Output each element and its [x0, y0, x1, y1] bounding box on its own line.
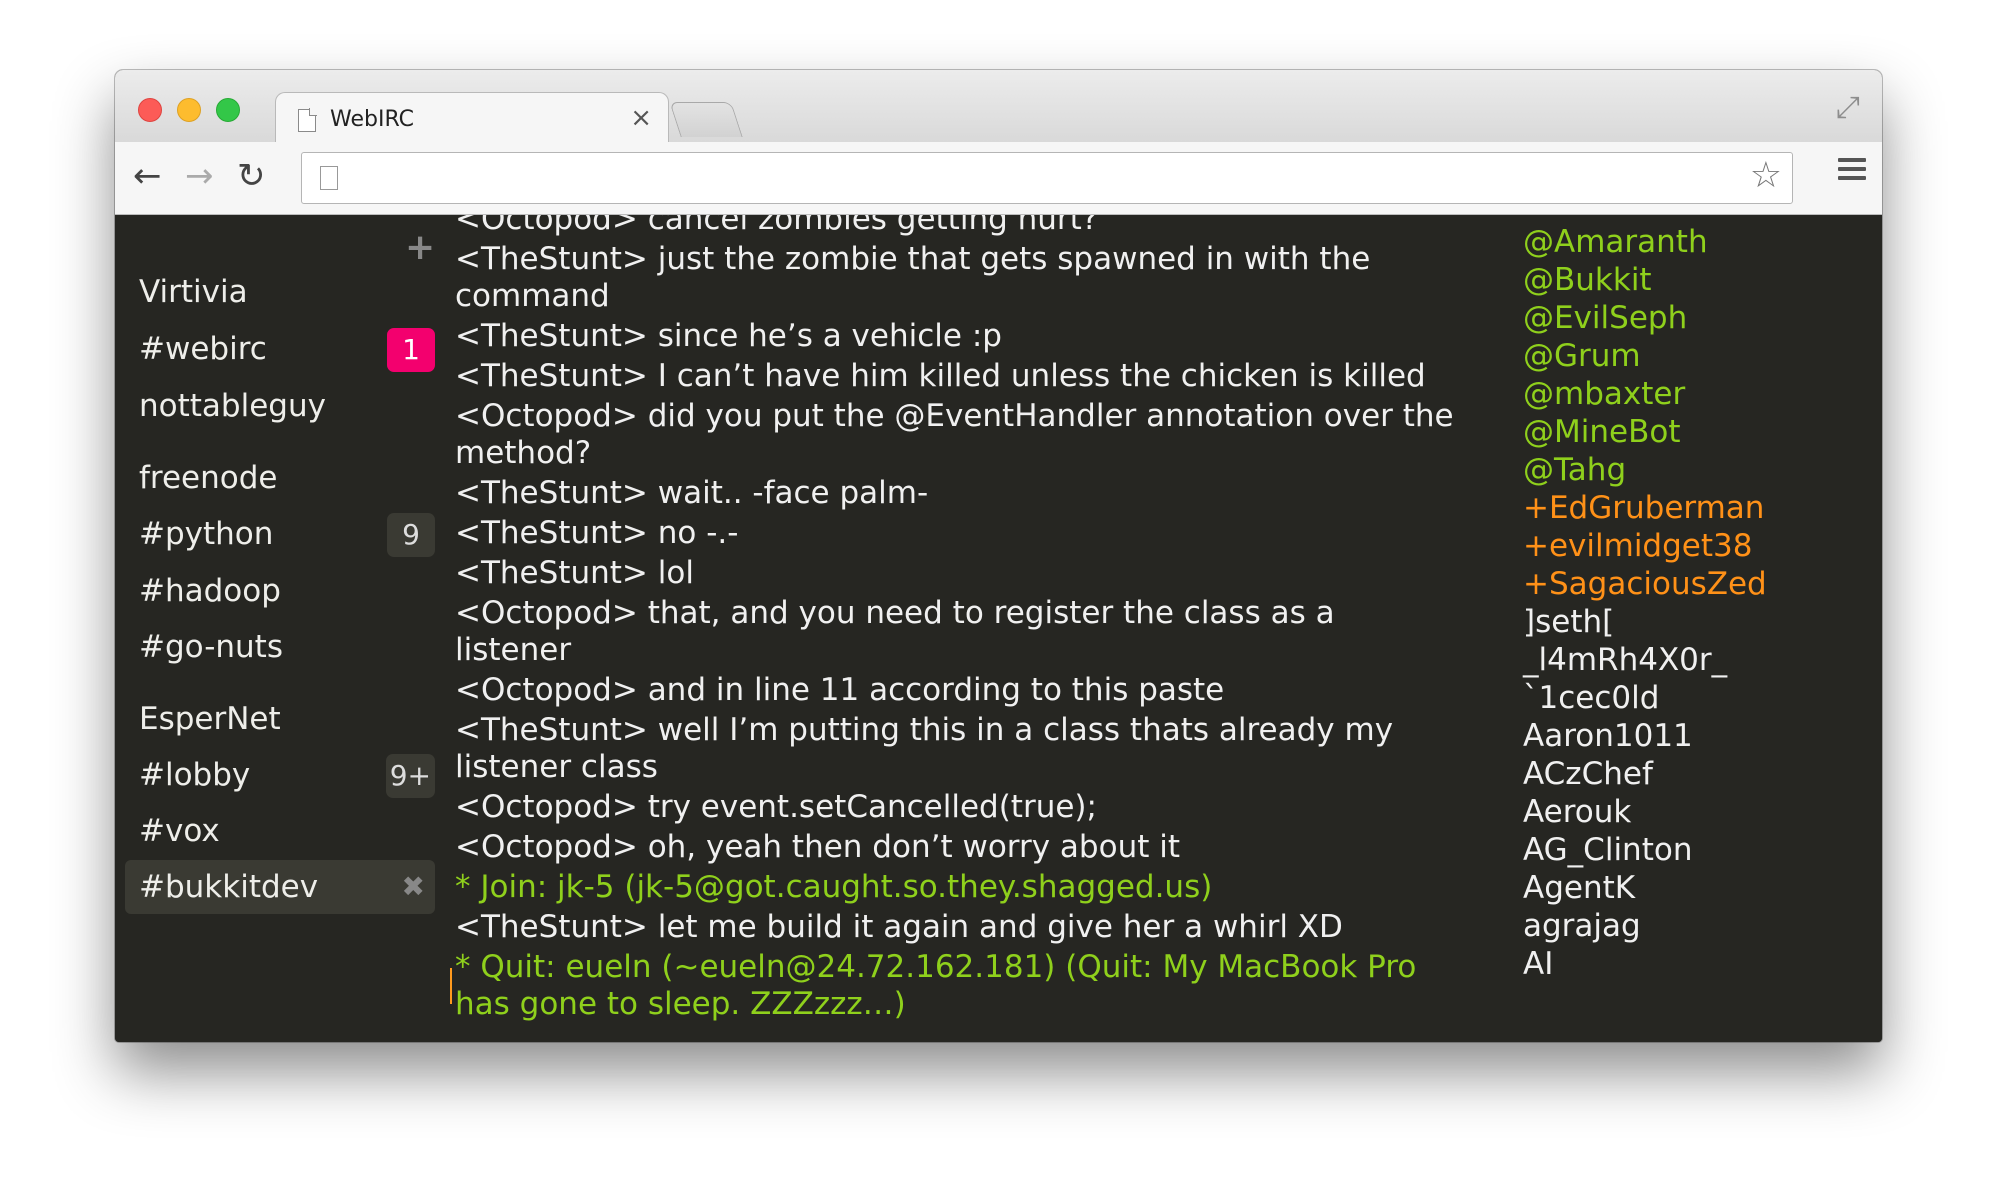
bookmark-star-icon[interactable]: ☆	[1750, 155, 1782, 196]
chat-message: <TheStunt> I can’t have him killed unles…	[455, 358, 1426, 394]
channel-label: #python	[139, 516, 274, 552]
unread-badge: 1	[387, 328, 435, 372]
chat-message: <TheStunt> just the zombie that gets spa…	[455, 241, 1371, 314]
channel-label: #webirc	[139, 331, 267, 367]
channel-hadoop[interactable]: #hadoop	[125, 564, 435, 618]
title-bar: WebIRC × ⤢	[115, 70, 1882, 145]
user-list-item[interactable]: AI	[1523, 945, 1863, 983]
network-freenode[interactable]: freenode	[125, 451, 435, 505]
channel-webirc[interactable]: #webirc 1	[125, 322, 435, 376]
add-network-icon[interactable]: +	[405, 227, 435, 268]
browser-toolbar: ← → ↻ ☆	[115, 142, 1882, 215]
user-list-item[interactable]: @MineBot	[1523, 413, 1863, 451]
browser-window: WebIRC × ⤢ ← → ↻ ☆ + Virtivia #webirc 1 …	[115, 70, 1882, 1042]
tab-close-icon[interactable]: ×	[630, 103, 652, 133]
channel-go-nuts[interactable]: #go-nuts	[125, 620, 435, 674]
user-list-item[interactable]: +evilmidget38	[1523, 527, 1863, 565]
minimize-window-button[interactable]	[177, 98, 201, 122]
fullscreen-icon[interactable]: ⤢	[1836, 90, 1860, 125]
chat-message: <TheStunt> no -.-	[455, 515, 739, 551]
channel-nottableguy[interactable]: nottableguy	[125, 379, 435, 433]
user-list-item[interactable]: agrajag	[1523, 907, 1863, 945]
chat-message: <TheStunt> lol	[455, 555, 694, 591]
close-channel-icon[interactable]: ✖	[402, 860, 425, 914]
menu-icon[interactable]	[1838, 158, 1866, 185]
user-list-item[interactable]: @Amaranth	[1523, 223, 1863, 261]
network-espernet[interactable]: EsperNet	[125, 692, 435, 746]
user-list-item[interactable]: ]seth[	[1523, 603, 1863, 641]
user-list-item[interactable]: +EdGruberman	[1523, 489, 1863, 527]
user-list-item[interactable]: @EvilSeph	[1523, 299, 1863, 337]
back-arrow-icon[interactable]: ←	[133, 156, 162, 196]
url-input[interactable]	[354, 161, 1718, 197]
user-list-item[interactable]: +SagaciousZed	[1523, 565, 1863, 603]
tab-title: WebIRC	[330, 107, 415, 132]
channel-python[interactable]: #python 9	[125, 507, 435, 561]
channel-label: #bukkitdev	[139, 869, 319, 905]
close-window-button[interactable]	[138, 98, 162, 122]
chat-message: <TheStunt> well I’m putting this in a cl…	[455, 712, 1394, 785]
chat-message: <Octopod> oh, yeah then don’t worry abou…	[455, 829, 1180, 865]
unread-badge: 9	[387, 513, 435, 557]
user-list-item[interactable]: @Tahg	[1523, 451, 1863, 489]
chat-message: <Octopod> did you put the @EventHandler …	[455, 398, 1454, 471]
user-list-item[interactable]: AgentK	[1523, 869, 1863, 907]
user-list-item[interactable]: Aerouk	[1523, 793, 1863, 831]
page-icon	[320, 166, 338, 190]
chat-message: <TheStunt> let me build it again and giv…	[455, 909, 1343, 945]
user-list-item[interactable]: AG_Clinton	[1523, 831, 1863, 869]
event-message: * Join: jk-5 (jk-5@got.caught.so.they.sh…	[455, 869, 1213, 905]
chat-message: <TheStunt> since he’s a vehicle :p	[455, 318, 1002, 354]
user-list-item[interactable]: Aaron1011	[1523, 717, 1863, 755]
browser-tab[interactable]: WebIRC ×	[275, 92, 669, 145]
document-icon	[298, 109, 316, 132]
forward-arrow-icon[interactable]: →	[185, 156, 214, 196]
message-input-cursor[interactable]	[450, 968, 452, 1004]
channel-vox[interactable]: #vox	[125, 804, 435, 858]
channel-lobby[interactable]: #lobby 9+	[125, 748, 435, 802]
channel-label: #lobby	[139, 757, 251, 793]
message-log: <Octopod> cancel zombies getting hurt? <T…	[455, 215, 1455, 1026]
channel-bukkitdev[interactable]: #bukkitdev ✖	[125, 860, 435, 914]
chat-message: <Octopod> try event.setCancelled(true);	[455, 789, 1097, 825]
user-list-item[interactable]: @mbaxter	[1523, 375, 1863, 413]
network-virtivia[interactable]: Virtivia	[125, 265, 435, 319]
user-list: @Amaranth @Bukkit @EvilSeph @Grum @mbaxter @M…	[1523, 223, 1863, 983]
chat-message: <TheStunt> wait.. -face palm-	[455, 475, 929, 511]
chat-message: <Octopod> that, and you need to register…	[455, 595, 1335, 668]
user-list-item[interactable]: _l4mRh4X0r_	[1523, 641, 1863, 679]
user-list-item[interactable]: ACzChef	[1523, 755, 1863, 793]
zoom-window-button[interactable]	[216, 98, 240, 122]
webirc-app: + Virtivia #webirc 1 nottableguy freenod…	[115, 215, 1882, 1042]
new-tab-button[interactable]	[669, 102, 743, 137]
event-message: * Quit: eueln (~eueln@24.72.162.181) (Qu…	[455, 949, 1417, 1022]
unread-badge: 9+	[385, 754, 435, 798]
address-bar[interactable]: ☆	[301, 152, 1793, 204]
user-list-item[interactable]: `1cec0ld	[1523, 679, 1863, 717]
chat-message: <Octopod> and in line 11 according to th…	[455, 672, 1225, 708]
user-list-item[interactable]: @Grum	[1523, 337, 1863, 375]
reload-icon[interactable]: ↻	[237, 156, 266, 196]
user-list-item[interactable]: @Bukkit	[1523, 261, 1863, 299]
channel-sidebar: + Virtivia #webirc 1 nottableguy freenod…	[115, 215, 445, 1042]
chat-message: <Octopod> cancel zombies getting hurt?	[455, 215, 1099, 237]
